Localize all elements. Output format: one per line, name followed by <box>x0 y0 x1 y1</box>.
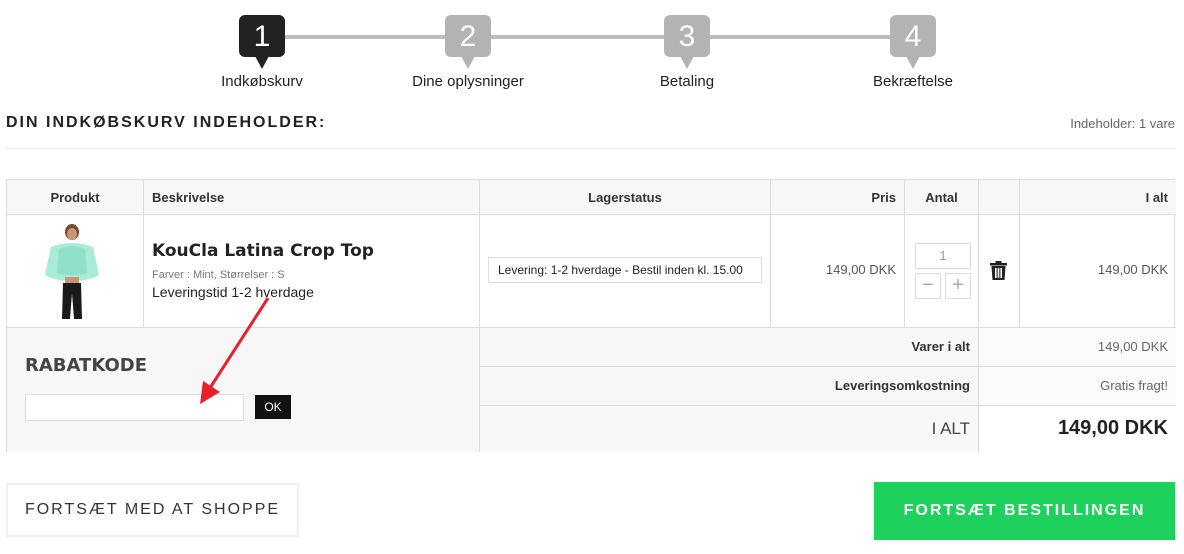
subtotal-row: Varer i alt 149,00 DKK <box>480 328 1176 367</box>
unit-price: 149,00 DKK <box>825 262 896 277</box>
step-number: 3 <box>664 15 710 69</box>
product-image-cell <box>7 215 144 328</box>
discount-code-input[interactable] <box>25 394 244 421</box>
stock-status: Levering: 1-2 hverdage - Bestil inden kl… <box>488 257 762 283</box>
continue-shopping-button[interactable]: FORTSÆT MED AT SHOPPE <box>6 483 299 537</box>
discount-ok-button[interactable]: OK <box>255 395 291 419</box>
step-number: 4 <box>890 15 936 69</box>
continue-order-button[interactable]: FORTSÆT BESTILLINGEN <box>874 482 1175 540</box>
total-cell: 149,00 DKK <box>1020 215 1176 328</box>
subtotal-value: 149,00 DKK <box>979 328 1176 366</box>
qty-cell: 1 − + <box>905 215 979 328</box>
header-price: Pris <box>771 180 905 215</box>
product-description-cell: KouCla Latina Crop Top Farver : Mint, St… <box>144 215 480 328</box>
price-cell: 149,00 DKK <box>771 215 905 328</box>
subtotal-label: Varer i alt <box>480 328 979 366</box>
delete-cell <box>979 215 1020 328</box>
header-stock: Lagerstatus <box>480 180 771 215</box>
cart-table: Produkt Beskrivelse Lagerstatus Pris Ant… <box>6 179 1176 452</box>
header-total: I alt <box>1020 180 1176 215</box>
total-value: 149,00 DKK <box>979 406 1176 452</box>
header-description: Beskrivelse <box>144 180 480 215</box>
step-cart[interactable]: 1 Indkøbskurv <box>172 15 352 90</box>
steps-progress-line <box>262 35 914 39</box>
step-number: 2 <box>445 15 491 69</box>
shipping-row: Leveringsomkostning Gratis fragt! <box>480 367 1176 406</box>
step-payment[interactable]: 3 Betaling <box>597 15 777 90</box>
step-details[interactable]: 2 Dine oplysninger <box>378 15 558 90</box>
trash-icon[interactable] <box>990 261 1007 280</box>
header-qty: Antal <box>905 180 979 215</box>
product-image[interactable] <box>41 223 103 321</box>
step-label: Betaling <box>659 73 715 90</box>
discount-title: RABATKODE <box>25 355 148 376</box>
step-label: Indkøbskurv <box>221 73 303 90</box>
product-name[interactable]: KouCla Latina Crop Top <box>152 241 374 261</box>
cart-item-count: Indeholder: 1 vare <box>1070 116 1175 131</box>
step-label: Bekræftelse <box>872 73 954 90</box>
step-confirmation[interactable]: 4 Bekræftelse <box>823 15 1003 90</box>
header-delete <box>979 180 1020 215</box>
shipping-value: Gratis fragt! <box>979 367 1176 405</box>
total-row: I ALT 149,00 DKK <box>480 406 1176 452</box>
line-total: 149,00 DKK <box>1097 262 1168 277</box>
shipping-label: Leveringsomkostning <box>480 367 979 405</box>
product-variant: Farver : Mint, Størrelser : S <box>152 269 285 281</box>
stock-cell: Levering: 1-2 hverdage - Bestil inden kl… <box>480 215 771 328</box>
step-label: Dine oplysninger <box>412 73 524 90</box>
quantity-increase-button[interactable]: + <box>945 273 971 299</box>
step-number: 1 <box>239 15 285 69</box>
header-product: Produkt <box>7 180 144 215</box>
discount-section: RABATKODE OK <box>7 328 480 452</box>
page-title: DIN INDKØBSKURV INDEHOLDER: <box>6 114 327 131</box>
product-delivery-time: Leveringstid 1-2 hverdage <box>152 284 314 300</box>
quantity-input[interactable]: 1 <box>915 243 971 269</box>
divider <box>6 148 1175 149</box>
quantity-decrease-button[interactable]: − <box>915 273 941 299</box>
total-label: I ALT <box>480 406 979 452</box>
